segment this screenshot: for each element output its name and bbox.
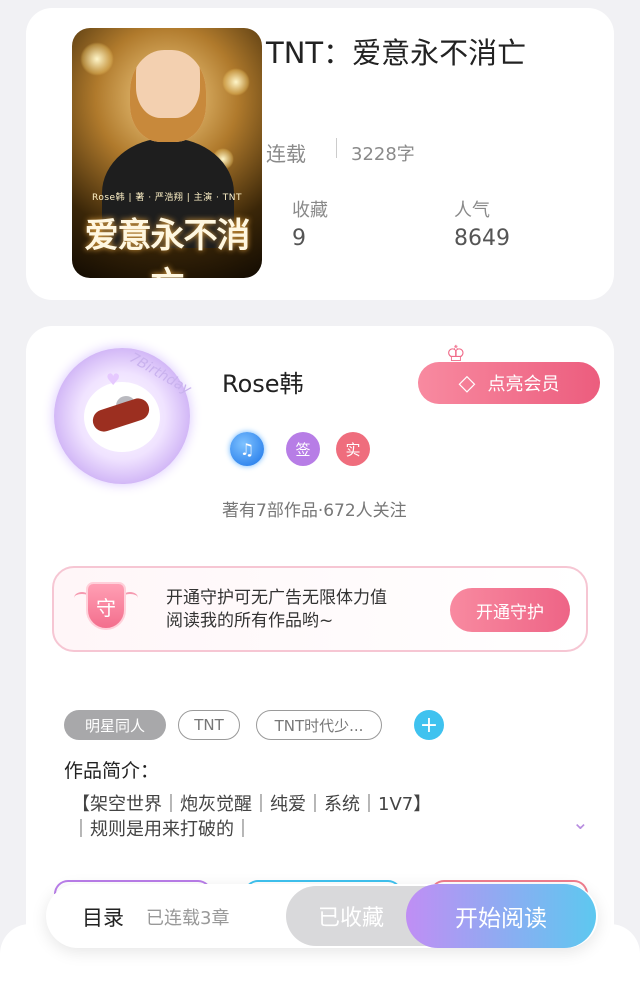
add-tag-button[interactable]: +: [414, 710, 444, 740]
vip-button-label: 点亮会员: [487, 374, 560, 395]
tag-item[interactable]: TNT: [178, 710, 240, 740]
stat-label-popularity: 人气: [454, 200, 490, 221]
cover-sparkle: [80, 42, 114, 76]
shield-icon: 守: [86, 582, 126, 630]
real-badge[interactable]: 实: [336, 432, 370, 466]
sign-badge[interactable]: 签: [286, 432, 320, 466]
guard-shield-icon: 守: [74, 578, 138, 640]
open-guard-button[interactable]: 开通守护: [450, 588, 570, 632]
intro-line1: 【架空世界｜炮灰觉醒｜纯爱｜系统｜1V7】: [72, 794, 432, 815]
chapter-count: 已连载3章: [146, 908, 230, 929]
cover-sparkle: [222, 68, 250, 96]
book-cover-image[interactable]: Rose韩 | 著 · 严浩翔 | 主演 · TNT 爱意永不消亡: [72, 28, 262, 278]
book-title: TNT：爱意永不消亡: [266, 36, 527, 70]
cover-subtitle: Rose韩 | 著 · 严浩翔 | 主演 · TNT: [92, 193, 242, 203]
diamond-icon: ◇: [458, 370, 476, 396]
music-note-icon[interactable]: ♫: [230, 432, 264, 466]
book-status: 连载: [266, 142, 306, 166]
tag-item[interactable]: 明星同人: [64, 710, 166, 740]
chevron-down-icon[interactable]: ⌄: [572, 810, 589, 834]
cover-figure-face: [130, 50, 206, 142]
stat-label-favorites: 收藏: [292, 200, 328, 221]
author-avatar[interactable]: ♥ 7Birthday: [54, 348, 194, 484]
intro-text: 【架空世界｜炮灰觉醒｜纯爱｜系统｜1V7】 ｜规则是用来打破的｜: [72, 792, 552, 842]
cover-title: 爱意永不消亡: [84, 216, 251, 278]
guard-text: 开通守护可无广告无限体力值 阅读我的所有作品哟~: [166, 587, 436, 633]
author-name[interactable]: Rose韩: [222, 364, 304, 399]
intro-label: 作品简介：: [64, 760, 160, 782]
stat-value-favorites: 9: [292, 226, 306, 251]
intro-line2: ｜规则是用来打破的｜: [72, 819, 252, 840]
author-meta: 著有7部作品·672人关注: [222, 501, 407, 521]
heart-icon: ♥: [106, 370, 121, 389]
toc-button[interactable]: 目录: [82, 902, 124, 932]
word-count: 3228字: [351, 144, 415, 165]
vip-button[interactable]: ◇ 点亮会员: [418, 362, 600, 404]
stat-value-popularity: 8649: [454, 226, 510, 251]
guard-text-line2: 阅读我的所有作品哟~: [166, 611, 334, 631]
divider: [336, 138, 337, 158]
guard-text-line1: 开通守护可无广告无限体力值: [166, 588, 387, 608]
start-reading-button[interactable]: 开始阅读: [406, 884, 596, 948]
tag-item[interactable]: TNT时代少...: [256, 710, 382, 740]
